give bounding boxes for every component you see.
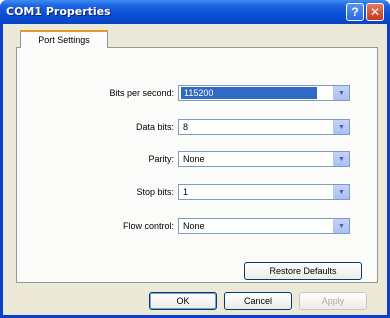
title-bar[interactable]: COM1 Properties ? ✕: [0, 0, 390, 24]
flow-control-row: Flow control: None ▼: [17, 218, 379, 234]
ok-button[interactable]: OK: [149, 292, 217, 310]
bits-per-second-select[interactable]: 115200 ▼: [178, 85, 350, 101]
bits-per-second-label: Bits per second:: [109, 88, 174, 98]
restore-defaults-button[interactable]: Restore Defaults: [244, 262, 362, 280]
tab-port-settings[interactable]: Port Settings: [20, 30, 108, 48]
data-bits-row: Data bits: 8 ▼: [17, 119, 379, 135]
chevron-down-icon[interactable]: ▼: [333, 86, 349, 100]
com1-properties-dialog: COM1 Properties ? ✕ Port Settings Bits p…: [0, 0, 390, 318]
chevron-down-icon[interactable]: ▼: [333, 219, 349, 233]
data-bits-label: Data bits:: [135, 122, 174, 132]
flow-control-select[interactable]: None ▼: [178, 218, 350, 234]
stop-bits-row: Stop bits: 1 ▼: [17, 184, 379, 200]
chevron-down-icon[interactable]: ▼: [333, 152, 349, 166]
bits-per-second-row: Bits per second: 115200 ▼: [17, 85, 379, 101]
parity-select[interactable]: None ▼: [178, 151, 350, 167]
stop-bits-label: Stop bits:: [136, 187, 174, 197]
parity-row: Parity: None ▼: [17, 151, 379, 167]
window-title: COM1 Properties: [6, 5, 111, 18]
data-bits-value: 8: [183, 122, 189, 132]
parity-value: None: [183, 154, 205, 164]
flow-control-label: Flow control:: [122, 221, 174, 231]
chevron-down-icon[interactable]: ▼: [333, 120, 349, 134]
flow-control-value: None: [183, 221, 205, 231]
parity-label: Parity:: [148, 154, 174, 164]
help-icon[interactable]: ?: [346, 3, 364, 21]
close-icon[interactable]: ✕: [366, 3, 384, 21]
stop-bits-value: 1: [183, 187, 189, 197]
cancel-button[interactable]: Cancel: [224, 292, 292, 310]
stop-bits-select[interactable]: 1 ▼: [178, 184, 350, 200]
port-settings-panel: Bits per second: 115200 ▼ Data bits: 8 ▼…: [16, 47, 378, 283]
apply-button: Apply: [299, 292, 367, 310]
bits-per-second-value: 115200: [181, 87, 317, 99]
chevron-down-icon[interactable]: ▼: [333, 185, 349, 199]
data-bits-select[interactable]: 8 ▼: [178, 119, 350, 135]
